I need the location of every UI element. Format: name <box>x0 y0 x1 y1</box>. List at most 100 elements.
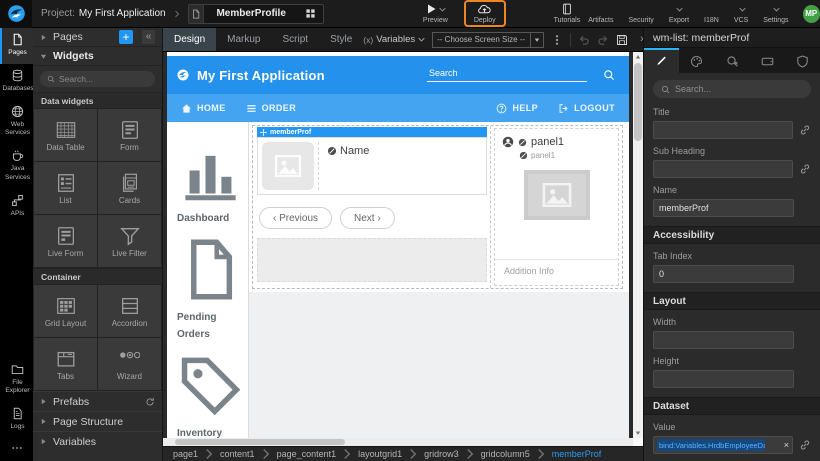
widgets-section-header[interactable]: Widgets <box>33 47 162 66</box>
more-menu-icon[interactable] <box>551 34 563 46</box>
panel-header[interactable]: panel1 <box>502 136 611 148</box>
topbar-action-settings[interactable]: Settings <box>759 1 792 26</box>
properties-search-input[interactable]: Search... <box>653 80 811 98</box>
section-layout[interactable]: Layout <box>644 292 820 310</box>
panel-tab-properties[interactable] <box>644 48 679 73</box>
app-search-input[interactable]: Search <box>427 68 587 82</box>
panel-tab-device[interactable] <box>750 48 785 73</box>
section-page-structure[interactable]: Page Structure <box>33 411 162 431</box>
nav-item-home[interactable]: HOME <box>181 103 226 114</box>
widget-tile-tabs[interactable]: Tabs <box>34 338 97 390</box>
redo-icon[interactable] <box>597 34 609 46</box>
tab-design[interactable]: Design <box>163 28 216 51</box>
name-field[interactable]: memberProf <box>653 199 794 217</box>
menu-item-inventory[interactable]: Inventory <box>167 343 248 442</box>
section-variables[interactable]: Variables <box>33 431 162 451</box>
pages-section-header[interactable]: Pages + « <box>33 28 162 47</box>
tutorials-button[interactable]: Tutorials <box>550 1 585 26</box>
next-button[interactable]: Next › <box>340 207 395 229</box>
screen-size-select[interactable]: -- Choose Screen Size -- <box>432 32 544 48</box>
widget-tile-grid-layout[interactable]: Grid Layout <box>34 285 97 337</box>
section-dataset[interactable]: Dataset <box>644 397 820 415</box>
section-accessibility[interactable]: Accessibility <box>644 226 820 244</box>
nav-item-order[interactable]: ORDER <box>246 103 297 114</box>
panel-tab-styles[interactable] <box>679 48 714 73</box>
list-item-name[interactable]: Name <box>319 138 369 194</box>
height-field[interactable] <box>653 370 794 388</box>
widget-tile-live-form[interactable]: Live Form <box>34 215 97 267</box>
breadcrumb-item[interactable]: layoutgrid1 <box>358 448 419 460</box>
tab-style[interactable]: Style <box>319 28 363 51</box>
clear-binding-icon[interactable]: × <box>784 440 789 450</box>
refresh-icon[interactable] <box>145 397 155 407</box>
rail-item-web-services[interactable]: Web Services <box>0 100 33 145</box>
tab-script[interactable]: Script <box>272 28 320 51</box>
rail-item-logs[interactable]: Logs <box>0 402 33 438</box>
topbar-action-i18n[interactable]: I18N <box>700 1 723 26</box>
width-field[interactable] <box>653 331 794 349</box>
scrollbar-thumb[interactable] <box>634 63 642 141</box>
breadcrumb-item[interactable]: gridcolumn5 <box>481 448 547 460</box>
search-icon[interactable] <box>603 69 615 81</box>
scrollbar-thumb[interactable] <box>175 439 345 445</box>
widget-tile-cards[interactable]: Cards <box>98 162 161 214</box>
topbar-action-artifacts[interactable]: Artifacts <box>584 1 617 26</box>
collapse-left-panel-button[interactable]: « <box>142 30 155 44</box>
value-field[interactable]: bind:Variables.HrdbEmployeeData.data × <box>653 436 793 454</box>
bind-link-icon[interactable] <box>799 163 811 175</box>
rail-item-apis[interactable]: APIs <box>0 189 33 225</box>
widget-tile-accordion[interactable]: Accordion <box>98 285 161 337</box>
gridrow-selection[interactable]: memberProf Name <box>252 125 623 289</box>
brand-logo[interactable] <box>0 0 32 28</box>
rail-more-button[interactable] <box>0 438 33 461</box>
breadcrumb-item[interactable]: page_content1 <box>277 448 354 460</box>
scroll-down-icon[interactable] <box>633 428 643 438</box>
tabindex-field[interactable]: 0 <box>653 265 794 283</box>
canvas-vertical-scrollbar[interactable] <box>633 52 643 438</box>
panel-tab-events[interactable] <box>714 48 749 73</box>
section-prefabs[interactable]: Prefabs <box>33 391 162 411</box>
rail-item-file-explorer[interactable]: File Explorer <box>0 358 33 403</box>
variables-button[interactable]: (x) Variables <box>363 34 425 45</box>
widget-tile-wizard[interactable]: Wizard <box>98 338 161 390</box>
widget-search-input[interactable]: Search... <box>40 71 155 87</box>
bind-link-icon[interactable] <box>799 439 811 451</box>
add-page-button[interactable]: + <box>119 30 133 44</box>
subheading-field[interactable] <box>653 160 793 178</box>
preview-button[interactable]: Preview <box>419 1 452 26</box>
page-grid-button[interactable] <box>298 8 323 19</box>
menu-item-dashboard[interactable]: Dashboard <box>167 128 248 227</box>
scroll-up-icon[interactable] <box>633 52 643 62</box>
widget-tile-live-filter[interactable]: Live Filter <box>98 215 161 267</box>
list-widget-header[interactable]: memberProf <box>257 127 487 137</box>
menu-item-pending-orders[interactable]: Pending Orders <box>167 227 248 343</box>
tab-markup[interactable]: Markup <box>216 28 271 51</box>
title-field[interactable] <box>653 121 793 139</box>
breadcrumb-item[interactable]: gridrow3 <box>424 448 476 460</box>
save-icon[interactable] <box>616 34 628 46</box>
page-selector[interactable]: MemberProfile <box>188 4 324 24</box>
rail-item-java-services[interactable]: Java Services <box>0 144 33 189</box>
breadcrumb-item[interactable]: page1 <box>173 448 215 460</box>
breadcrumb-item-active[interactable]: memberProf <box>552 449 602 459</box>
nav-item-help[interactable]: HELP <box>496 103 538 114</box>
topbar-action-vcs[interactable]: VCS <box>730 1 752 26</box>
widget-tile-list[interactable]: List <box>34 162 97 214</box>
bind-link-icon[interactable] <box>799 124 811 136</box>
previous-button[interactable]: ‹ Previous <box>259 207 332 229</box>
panel-widget[interactable]: panel1 panel1 Addition Info <box>494 128 619 286</box>
list-item[interactable]: Name <box>257 137 487 195</box>
widget-tile-data-table[interactable]: Data Table <box>34 109 97 161</box>
rail-item-databases[interactable]: Databases <box>0 64 33 100</box>
user-avatar[interactable]: MP <box>803 5 820 23</box>
topbar-action-security[interactable]: Security <box>625 1 658 26</box>
binding-chip[interactable]: bind:Variables.HrdbEmployeeData.data <box>657 439 765 451</box>
breadcrumb-item[interactable]: content1 <box>220 448 272 460</box>
nav-item-logout[interactable]: LOGOUT <box>558 103 615 114</box>
deploy-button[interactable]: Deploy <box>464 0 506 27</box>
undo-icon[interactable] <box>578 34 590 46</box>
topbar-action-export[interactable]: Export <box>665 1 693 26</box>
panel-tab-security[interactable] <box>785 48 820 73</box>
widget-tile-form[interactable]: Form <box>98 109 161 161</box>
canvas-horizontal-scrollbar[interactable] <box>163 438 643 446</box>
